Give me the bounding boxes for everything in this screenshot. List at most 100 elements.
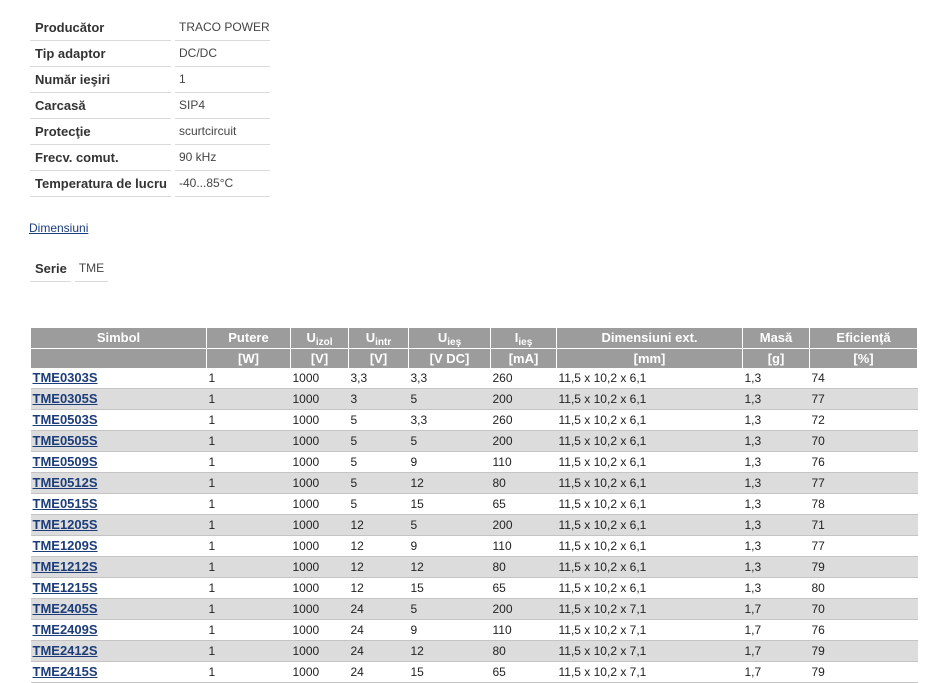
- product-link[interactable]: TME0303S: [33, 370, 98, 385]
- cell-efficiency: 76: [809, 619, 918, 641]
- cell-output-voltage: 5: [408, 388, 491, 410]
- cell-mass: 1,3: [742, 430, 810, 452]
- cell-symbol: TME0512S: [30, 472, 207, 494]
- spec-label: Carcasă: [30, 93, 171, 119]
- product-link[interactable]: TME0305S: [33, 391, 98, 406]
- col-header-label: Putere: [228, 330, 269, 345]
- cell-dimensions: 11,5 x 10,2 x 6,1: [556, 388, 743, 410]
- series-table-body: Serie TME: [30, 256, 109, 282]
- cell-isolation-voltage: 1000: [290, 556, 349, 578]
- spec-row: Protecţie scurtcircuit: [30, 119, 270, 145]
- cell-output-voltage: 5: [408, 598, 491, 620]
- cell-output-voltage: 9: [408, 619, 491, 641]
- cell-output-current: 110: [490, 619, 557, 641]
- cell-power: 1: [206, 409, 291, 431]
- cell-dimensions: 11,5 x 10,2 x 6,1: [556, 430, 743, 452]
- spec-row: Carcasă SIP4: [30, 93, 270, 119]
- cell-isolation-voltage: 1000: [290, 535, 349, 557]
- table-row: TME1215S 1 1000 12 15 65 11,5 x 10,2 x 6…: [30, 577, 918, 599]
- cell-output-current: 65: [490, 577, 557, 599]
- cell-power: 1: [206, 493, 291, 515]
- cell-isolation-voltage: 1000: [290, 514, 349, 536]
- table-row: TME2412S 1 1000 24 12 80 11,5 x 10,2 x 7…: [30, 640, 918, 662]
- cell-output-current: 200: [490, 388, 557, 410]
- cell-dimensions: 11,5 x 10,2 x 7,1: [556, 661, 743, 683]
- cell-input-voltage: 3,3: [348, 368, 409, 389]
- table-row: TME0512S 1 1000 5 12 80 11,5 x 10,2 x 6,…: [30, 472, 918, 494]
- col-header-label: U: [437, 330, 448, 345]
- cell-power: 1: [206, 577, 291, 599]
- product-link[interactable]: TME1205S: [33, 517, 98, 532]
- col-header-label: Masă: [759, 330, 793, 345]
- cell-input-voltage: 5: [348, 493, 409, 515]
- cell-efficiency: 79: [809, 661, 918, 683]
- dimensions-link[interactable]: Dimensiuni: [29, 221, 88, 235]
- product-link[interactable]: TME0509S: [33, 454, 98, 469]
- cell-mass: 1,3: [742, 577, 810, 599]
- product-link[interactable]: TME2415S: [33, 664, 98, 679]
- product-link[interactable]: TME1215S: [33, 580, 98, 595]
- col-header-isolation-voltage: Uizol: [290, 328, 349, 349]
- cell-power: 1: [206, 598, 291, 620]
- cell-isolation-voltage: 1000: [290, 472, 349, 494]
- cell-output-voltage: 9: [408, 451, 491, 473]
- products-table-header: Simbol Putere Uizol Uintr Uieş Iieş Dime…: [30, 328, 918, 368]
- cell-mass: 1,3: [742, 493, 810, 515]
- cell-isolation-voltage: 1000: [290, 577, 349, 599]
- header-row-units: [W] [V] [V] [V DC] [mA] [mm] [g] [%]: [30, 348, 918, 368]
- cell-output-current: 110: [490, 451, 557, 473]
- table-row: TME0509S 1 1000 5 9 110 11,5 x 10,2 x 6,…: [30, 451, 918, 473]
- cell-efficiency: 80: [809, 577, 918, 599]
- unit-header-output-voltage: [V DC]: [408, 348, 491, 368]
- table-row: TME0515S 1 1000 5 15 65 11,5 x 10,2 x 6,…: [30, 493, 918, 515]
- cell-isolation-voltage: 1000: [290, 368, 349, 389]
- cell-output-current: 80: [490, 556, 557, 578]
- col-header-output-voltage: Uieş: [408, 328, 491, 349]
- cell-dimensions: 11,5 x 10,2 x 6,1: [556, 535, 743, 557]
- cell-dimensions: 11,5 x 10,2 x 6,1: [556, 577, 743, 599]
- unit-header-power: [W]: [206, 348, 291, 368]
- table-row: TME0303S 1 1000 3,3 3,3 260 11,5 x 10,2 …: [30, 368, 918, 389]
- col-header-power: Putere: [206, 328, 291, 349]
- cell-power: 1: [206, 661, 291, 683]
- cell-mass: 1,3: [742, 514, 810, 536]
- col-header-input-voltage: Uintr: [348, 328, 409, 349]
- product-link[interactable]: TME2412S: [33, 643, 98, 658]
- cell-input-voltage: 12: [348, 535, 409, 557]
- cell-symbol: TME1205S: [30, 514, 207, 536]
- cell-output-voltage: 15: [408, 577, 491, 599]
- cell-mass: 1,7: [742, 598, 810, 620]
- cell-isolation-voltage: 1000: [290, 640, 349, 662]
- spec-label: Tip adaptor: [30, 41, 171, 67]
- cell-output-current: 65: [490, 493, 557, 515]
- col-header-label: Eficienţă: [836, 330, 891, 345]
- product-link[interactable]: TME0512S: [33, 475, 98, 490]
- cell-input-voltage: 5: [348, 409, 409, 431]
- cell-efficiency: 77: [809, 472, 918, 494]
- cell-output-voltage: 5: [408, 514, 491, 536]
- product-link[interactable]: TME0505S: [33, 433, 98, 448]
- col-header-label: Simbol: [96, 330, 141, 345]
- cell-output-voltage: 15: [408, 493, 491, 515]
- cell-efficiency: 78: [809, 493, 918, 515]
- cell-output-current: 80: [490, 472, 557, 494]
- product-link[interactable]: TME1212S: [33, 559, 98, 574]
- product-link[interactable]: TME1209S: [33, 538, 98, 553]
- col-header-dimensions: Dimensiuni ext.: [556, 328, 743, 349]
- cell-input-voltage: 12: [348, 556, 409, 578]
- cell-efficiency: 72: [809, 409, 918, 431]
- unit-header-symbol: [30, 348, 207, 368]
- spec-value: DC/DC: [175, 41, 270, 67]
- product-link[interactable]: TME2405S: [33, 601, 98, 616]
- cell-output-current: 200: [490, 514, 557, 536]
- spec-row: Producător TRACO POWER: [30, 15, 270, 41]
- cell-output-voltage: 5: [408, 430, 491, 452]
- product-link[interactable]: TME2409S: [33, 622, 98, 637]
- cell-dimensions: 11,5 x 10,2 x 6,1: [556, 368, 743, 389]
- products-table-body: TME0303S 1 1000 3,3 3,3 260 11,5 x 10,2 …: [30, 368, 918, 683]
- product-link[interactable]: TME0515S: [33, 496, 98, 511]
- unit-header-dimensions: [mm]: [556, 348, 743, 368]
- product-link[interactable]: TME0503S: [33, 412, 98, 427]
- series-table: Serie TME: [26, 256, 112, 282]
- cell-input-voltage: 24: [348, 661, 409, 683]
